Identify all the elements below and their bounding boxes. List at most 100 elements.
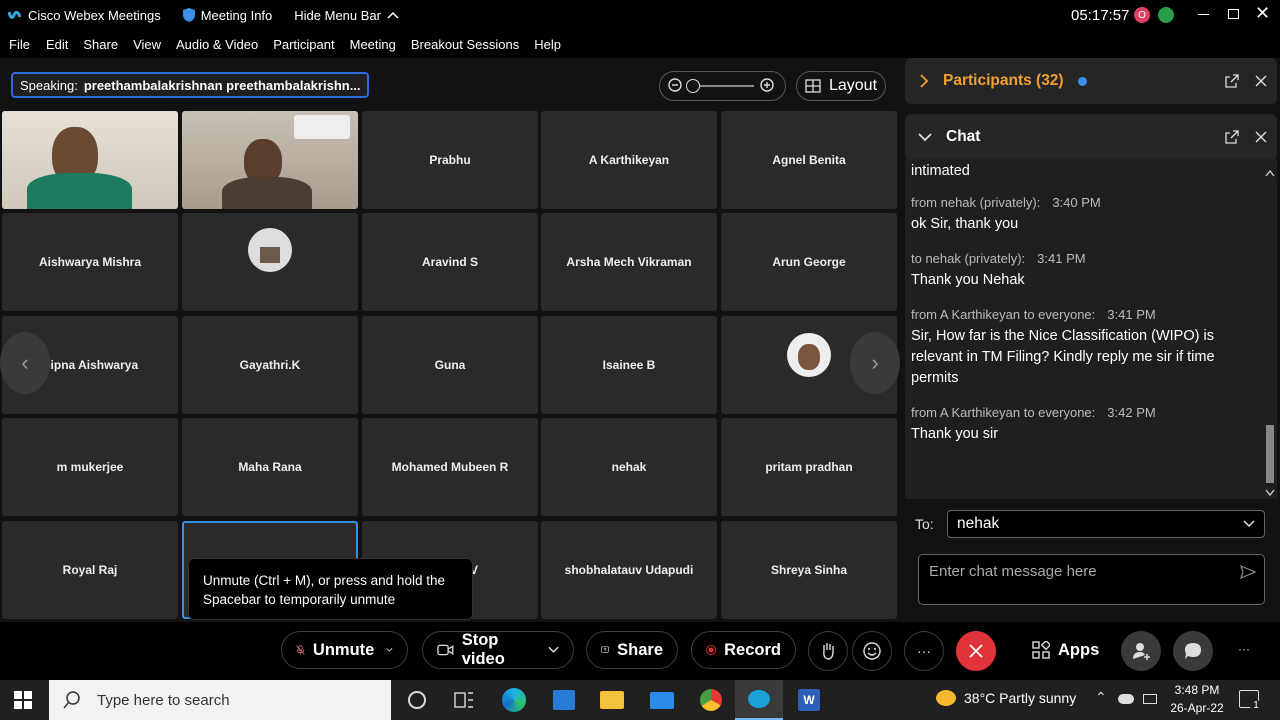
menu-share[interactable]: Share <box>83 37 118 52</box>
scroll-down-icon[interactable] <box>1265 489 1275 497</box>
video-tile[interactable] <box>2 111 178 209</box>
chat-message: to nehak (privately): 3:41 PM Thank you N… <box>911 251 1086 288</box>
chevron-down-icon[interactable] <box>386 646 393 654</box>
participants-button[interactable] <box>1121 631 1161 671</box>
more-options-button[interactable]: ··· <box>904 631 944 671</box>
menu-help[interactable]: Help <box>534 37 561 52</box>
stop-video-button[interactable]: Stop video <box>422 631 574 669</box>
share-button[interactable]: Share <box>586 631 678 669</box>
reactions-button[interactable] <box>852 631 892 671</box>
store-icon[interactable] <box>551 688 577 712</box>
onedrive-icon[interactable] <box>1118 694 1134 704</box>
menu-meeting[interactable]: Meeting <box>350 37 396 52</box>
participant-tile[interactable]: Gayathri.K <box>182 316 358 414</box>
battery-icon[interactable] <box>1143 694 1157 704</box>
send-icon[interactable] <box>1240 565 1256 579</box>
chevron-up-icon <box>387 11 399 19</box>
chat-panel-header[interactable]: Chat <box>905 114 1277 160</box>
maximize-button[interactable] <box>1228 9 1239 19</box>
scroll-up-icon[interactable] <box>1265 169 1275 177</box>
word-icon[interactable]: W <box>796 688 822 712</box>
participant-tile[interactable]: Shreya Sinha <box>721 521 897 619</box>
search-icon <box>63 691 80 709</box>
participant-tile[interactable]: Arun George <box>721 213 897 311</box>
close-window-button[interactable]: ✕ <box>1255 3 1270 24</box>
apps-button[interactable]: Apps <box>1018 631 1113 669</box>
video-camera-icon <box>437 644 454 656</box>
task-view-icon[interactable] <box>451 688 477 712</box>
participants-panel-header[interactable]: Participants (32) <box>905 58 1277 104</box>
participant-tile[interactable]: A Karthikeyan <box>541 111 717 209</box>
overflow-menu-button[interactable]: ··· <box>1238 642 1250 656</box>
participants-icon <box>1133 643 1150 660</box>
chevron-down-icon[interactable] <box>918 132 932 142</box>
minimize-button[interactable] <box>1198 14 1209 15</box>
menu-edit[interactable]: Edit <box>46 37 68 52</box>
menu-breakout-sessions[interactable]: Breakout Sessions <box>411 37 519 52</box>
chevron-down-icon[interactable] <box>548 646 559 654</box>
recipient-select[interactable]: nehak <box>947 510 1265 538</box>
meeting-info-button[interactable]: Meeting Info <box>182 8 272 23</box>
pop-out-icon[interactable] <box>1225 74 1239 88</box>
zoom-in-icon[interactable] <box>760 78 776 94</box>
tray-chevron-icon[interactable]: ⌃ <box>1095 689 1107 706</box>
weather-widget[interactable]: 38°C Partly sunny <box>936 690 1076 706</box>
zoom-control[interactable] <box>659 71 786 101</box>
raise-hand-icon <box>823 643 834 660</box>
edge-icon[interactable] <box>501 688 527 712</box>
participant-tile[interactable]: Prabhu <box>362 111 538 209</box>
taskbar-date[interactable]: 26-Apr-22 <box>1168 701 1226 715</box>
zoom-slider[interactable] <box>686 79 754 93</box>
participant-tile[interactable]: Aishwarya Mishra <box>2 213 178 311</box>
app-title: Cisco Webex Meetings <box>8 8 161 23</box>
participant-tile[interactable]: m mukerjee <box>2 418 178 516</box>
menu-view[interactable]: View <box>133 37 161 52</box>
close-icon[interactable] <box>1255 75 1267 87</box>
unmute-button[interactable]: Unmute <box>281 631 408 669</box>
taskbar-time[interactable]: 3:48 PM <box>1172 683 1222 697</box>
participant-grid: Prabhu A Karthikeyan Agnel Benita Aishwa… <box>0 111 900 621</box>
participant-tile[interactable]: Royal Raj <box>2 521 178 619</box>
chat-scrollbar[interactable] <box>1263 159 1277 499</box>
chevron-right-icon[interactable] <box>919 74 929 88</box>
chat-message-list: intimated from nehak (privately): 3:40 PM… <box>905 159 1263 499</box>
scrollbar-thumb[interactable] <box>1266 425 1274 483</box>
record-button[interactable]: Record <box>691 631 796 669</box>
participant-tile[interactable]: Guna <box>362 316 538 414</box>
start-button[interactable] <box>14 691 32 709</box>
leave-meeting-button[interactable] <box>956 631 996 671</box>
raise-hand-button[interactable] <box>808 631 848 671</box>
recipient-label: To: <box>915 516 934 532</box>
participant-tile[interactable]: Aravind S <box>362 213 538 311</box>
webex-taskbar-icon[interactable] <box>735 680 783 720</box>
pop-out-icon[interactable] <box>1225 130 1239 144</box>
participant-tile[interactable]: Isainee B <box>541 316 717 414</box>
chrome-icon[interactable] <box>698 688 724 712</box>
menu-file[interactable]: File <box>9 37 30 52</box>
meeting-controls: Unmute Stop video Share Record ··· Apps … <box>0 622 1280 680</box>
previous-page-button[interactable]: ‹ <box>0 332 50 394</box>
layout-button[interactable]: Layout <box>796 71 886 101</box>
hide-menu-bar-button[interactable]: Hide Menu Bar <box>294 8 399 23</box>
chat-input[interactable]: Enter chat message here <box>918 554 1265 605</box>
participant-tile[interactable]: nehak <box>541 418 717 516</box>
taskbar-search[interactable]: Type here to search <box>49 680 391 720</box>
chat-button[interactable] <box>1173 631 1213 671</box>
video-tile[interactable] <box>182 111 358 209</box>
participant-tile[interactable]: Arsha Mech Vikraman <box>541 213 717 311</box>
next-page-button[interactable]: › <box>850 332 900 394</box>
close-icon[interactable] <box>1255 131 1267 143</box>
participant-tile[interactable]: Maha Rana <box>182 418 358 516</box>
participant-tile[interactable]: Agnel Benita <box>721 111 897 209</box>
zoom-out-icon[interactable] <box>668 78 684 94</box>
participant-tile[interactable] <box>182 213 358 311</box>
mail-icon[interactable] <box>649 688 675 712</box>
participant-tile[interactable]: pritam pradhan <box>721 418 897 516</box>
cortana-icon[interactable] <box>404 688 430 712</box>
menu-participant[interactable]: Participant <box>273 37 334 52</box>
smiley-icon <box>863 642 881 660</box>
participant-tile[interactable]: Mohamed Mubeen R <box>362 418 538 516</box>
participant-tile[interactable]: shobhalatauv Udapudi <box>541 521 717 619</box>
menu-audio-video[interactable]: Audio & Video <box>176 37 258 52</box>
file-explorer-icon[interactable] <box>599 688 625 712</box>
